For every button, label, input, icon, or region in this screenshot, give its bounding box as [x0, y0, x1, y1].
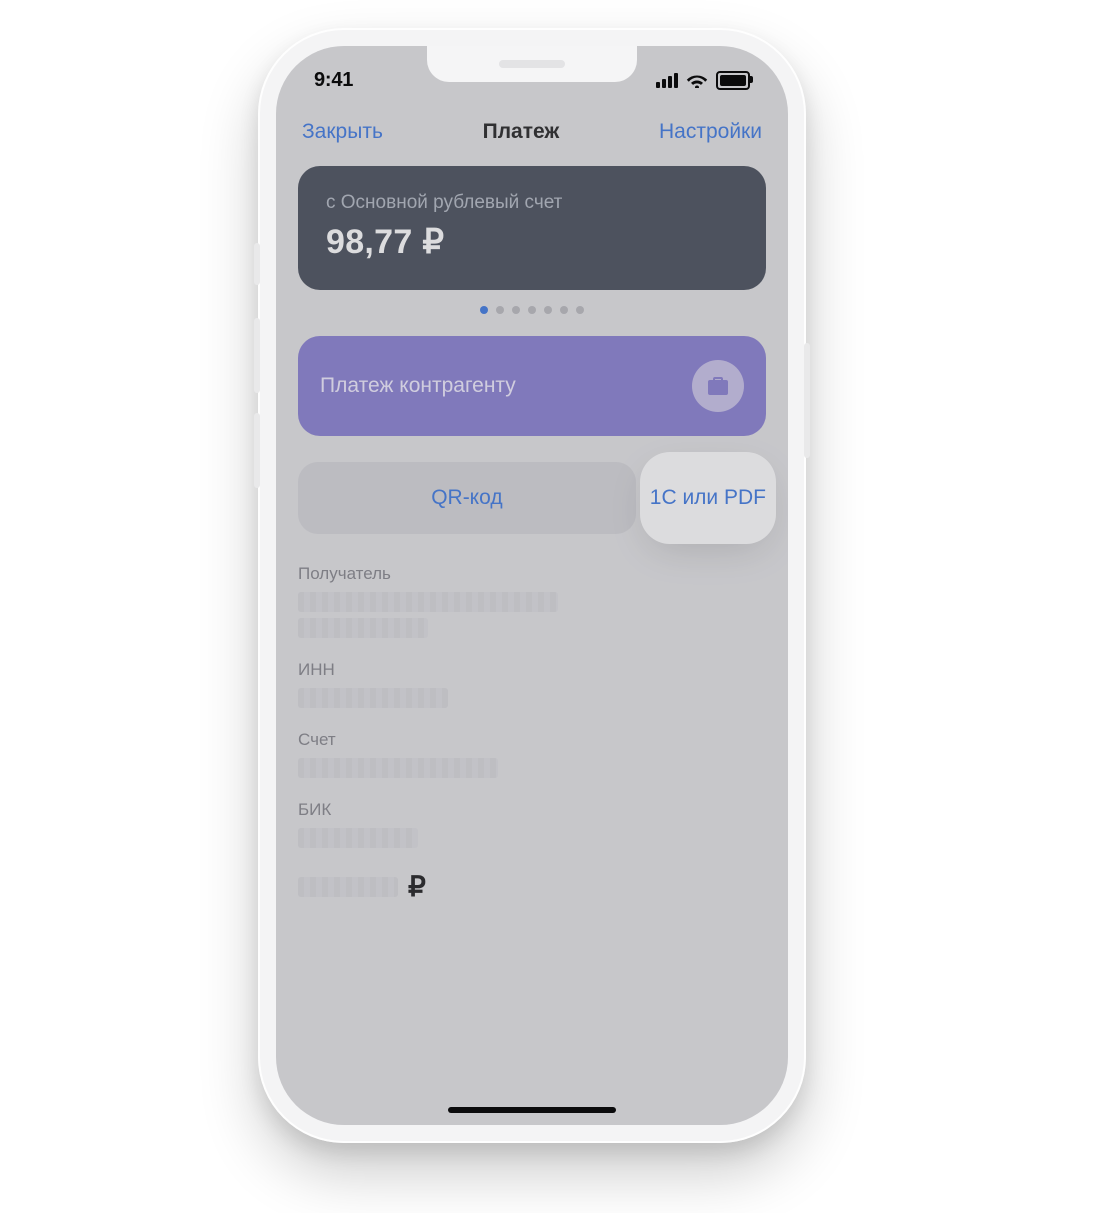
volume-up-button: [254, 318, 260, 393]
phone-frame: 9:41 Закрыть Платеж Настройки: [258, 28, 806, 1143]
amount-row[interactable]: ₽: [298, 870, 766, 903]
account-label: с Основной рублевый счет: [326, 192, 738, 214]
home-indicator[interactable]: [448, 1107, 616, 1113]
recipient-value-placeholder-2: [298, 618, 428, 638]
close-button[interactable]: Закрыть: [302, 120, 383, 144]
inn-value-placeholder: [298, 688, 448, 708]
cellular-signal-icon: [656, 73, 678, 88]
recipient-label: Получатель: [298, 564, 766, 584]
volume-down-button: [254, 413, 260, 488]
1c-or-pdf-label: 1С или PDF: [650, 486, 766, 510]
wifi-icon: [686, 72, 708, 88]
bik-label: БИК: [298, 800, 766, 820]
page-title: Платеж: [483, 120, 560, 144]
counterparty-payment-button[interactable]: Платеж контрагенту: [298, 336, 766, 436]
1c-or-pdf-button[interactable]: 1С или PDF: [650, 462, 766, 534]
settings-button[interactable]: Настройки: [659, 120, 762, 144]
account-number-field[interactable]: Счет: [298, 730, 766, 778]
mute-switch: [254, 243, 260, 285]
bik-value-placeholder: [298, 828, 418, 848]
power-button: [804, 343, 810, 458]
currency-symbol: ₽: [408, 870, 426, 903]
amount-value-placeholder: [298, 877, 398, 897]
inn-label: ИНН: [298, 660, 766, 680]
account-card[interactable]: с Основной рублевый счет 98,77 ₽: [298, 166, 766, 290]
briefcase-icon: [692, 360, 744, 412]
recipient-field[interactable]: Получатель: [298, 564, 766, 638]
nav-bar: Закрыть Платеж Настройки: [276, 104, 788, 158]
recipient-value-placeholder: [298, 592, 558, 612]
battery-icon: [716, 71, 750, 90]
notch: [427, 46, 637, 82]
page-indicator[interactable]: [298, 306, 766, 314]
screen: 9:41 Закрыть Платеж Настройки: [276, 46, 788, 1125]
status-time: 9:41: [314, 69, 353, 92]
qr-code-label: QR-код: [431, 486, 502, 510]
bik-field[interactable]: БИК: [298, 800, 766, 848]
account-number-value-placeholder: [298, 758, 498, 778]
account-balance: 98,77 ₽: [326, 222, 738, 262]
qr-code-button[interactable]: QR-код: [298, 462, 636, 534]
counterparty-payment-label: Платеж контрагенту: [320, 374, 516, 398]
inn-field[interactable]: ИНН: [298, 660, 766, 708]
account-number-label: Счет: [298, 730, 766, 750]
